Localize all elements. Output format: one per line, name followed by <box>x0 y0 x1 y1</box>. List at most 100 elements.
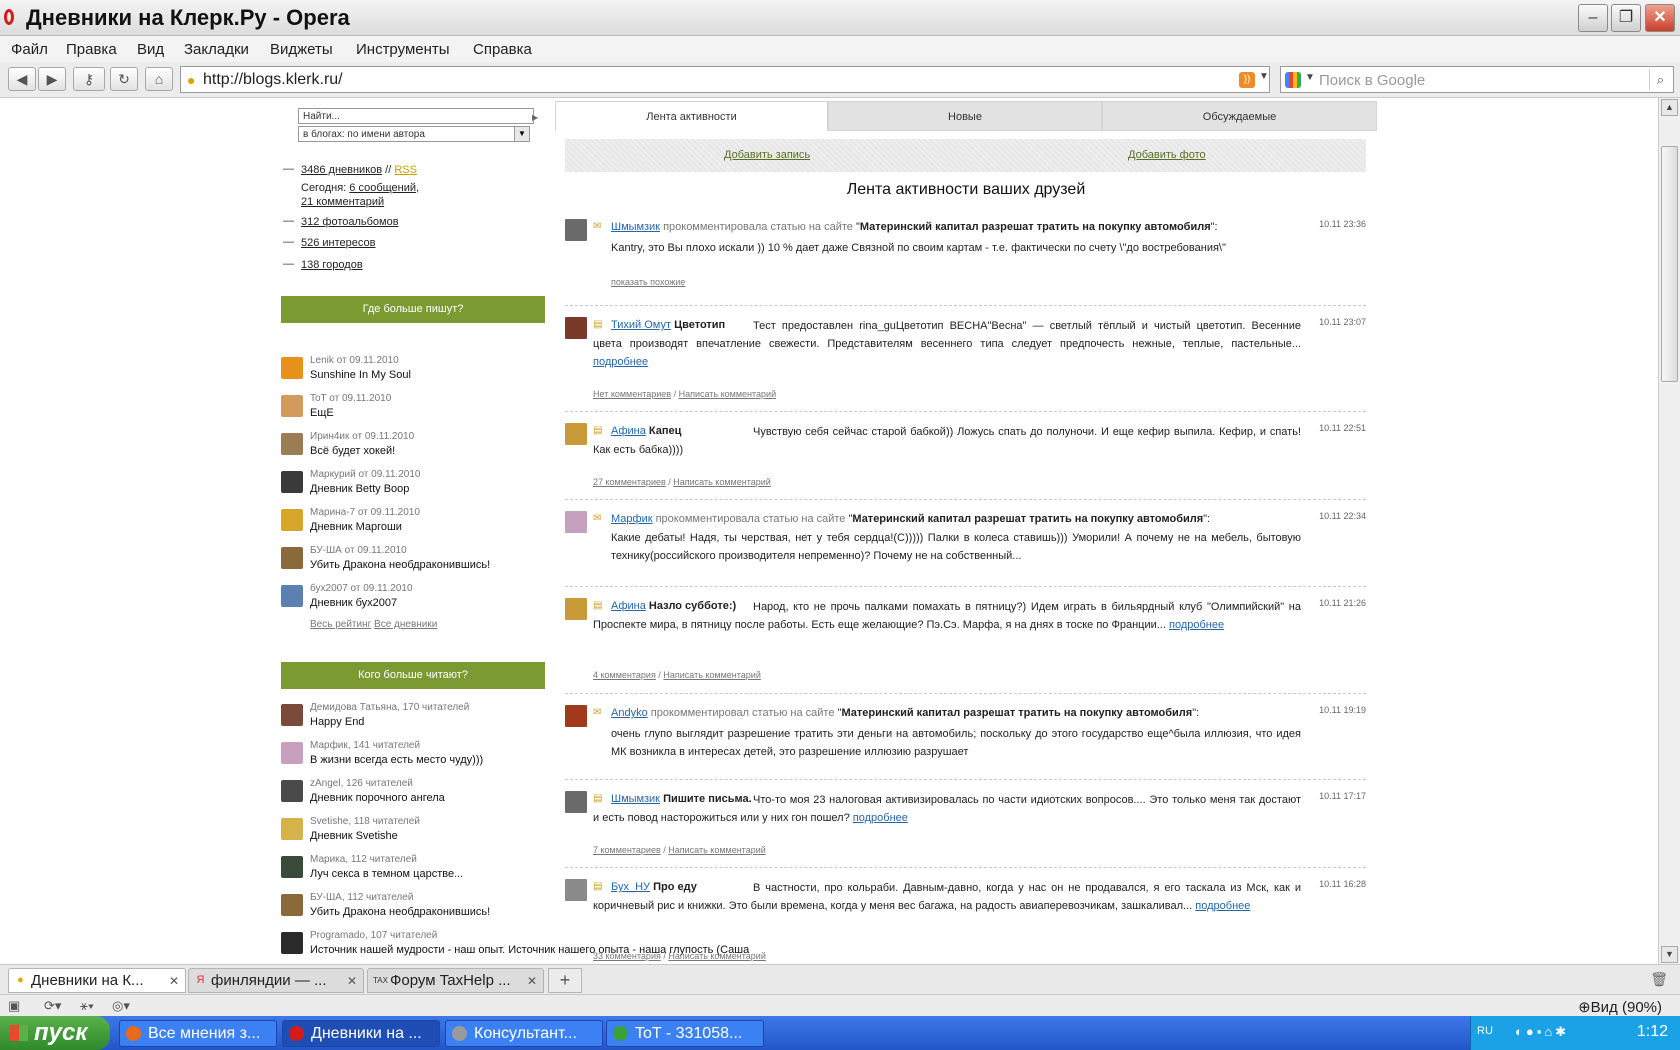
avatar[interactable] <box>281 509 303 531</box>
read-more-link[interactable]: подробнее <box>1195 900 1250 912</box>
comments-count-link[interactable]: 27 комментариев <box>593 477 666 487</box>
taskbar-task[interactable]: Дневники на ... <box>282 1020 440 1047</box>
taskbar-task[interactable]: Консультант... <box>445 1020 603 1047</box>
write-comment-link[interactable]: Написать комментарий <box>668 845 766 855</box>
avatar[interactable] <box>281 894 303 916</box>
read-more-link[interactable]: подробнее <box>593 356 648 368</box>
read-list-item[interactable]: Марика, 112 читателей Луч секса в темном … <box>281 853 545 887</box>
read-list-item[interactable]: Svetishe, 118 читателей Дневник Svetishe <box>281 815 545 849</box>
comments-count-link[interactable]: 7 комментариев <box>593 845 661 855</box>
address-field[interactable]: ● http://blogs.klerk.ru/ )) ▼ <box>180 66 1270 93</box>
language-indicator[interactable]: RU <box>1477 1025 1493 1037</box>
writing-list-item[interactable]: Маркурий от 09.11.2010 Дневник Betty Boop <box>281 468 545 502</box>
menu-bookmarks[interactable]: Закладки <box>184 41 249 58</box>
avatar[interactable] <box>281 856 303 878</box>
item-title[interactable]: Дневник Svetishe <box>310 830 398 842</box>
close-tab-icon[interactable]: ✕ <box>347 969 357 992</box>
read-list-item[interactable]: БУ-ША, 112 читателей Убить Дракона необдр… <box>281 891 545 925</box>
rss-link[interactable]: RSS <box>394 164 417 176</box>
panel-toggle-icon[interactable]: ▣ <box>8 998 20 1014</box>
item-title[interactable]: В жизни всегда есть место чуду))) <box>310 754 483 766</box>
avatar[interactable] <box>281 471 303 493</box>
read-list-item[interactable]: Programado, 107 читателей Источник нашей … <box>281 929 749 963</box>
avatar[interactable] <box>281 433 303 455</box>
zoom-level[interactable]: ⊕Вид (90%) <box>1578 998 1662 1016</box>
today-messages-link[interactable]: 6 сообщений <box>349 182 416 194</box>
article-link[interactable]: Материнский капитал разрешат тратить на … <box>841 707 1192 719</box>
menu-tools[interactable]: Инструменты <box>356 41 450 58</box>
interests-link[interactable]: 526 интересов <box>301 237 375 249</box>
item-title[interactable]: Happy End <box>310 716 364 728</box>
avatar[interactable] <box>565 219 587 241</box>
avatar[interactable] <box>565 705 587 727</box>
taskbar-task[interactable]: ToT - 331058... <box>606 1020 764 1047</box>
close-tab-icon[interactable]: ✕ <box>527 969 537 992</box>
all-diaries-link[interactable]: Все дневники <box>374 619 437 630</box>
write-comment-link[interactable]: Написать комментарий <box>673 477 771 487</box>
article-link[interactable]: Материнский капитал разрешат тратить на … <box>860 221 1211 233</box>
article-link[interactable]: Материнский капитал разрешат тратить на … <box>852 513 1203 525</box>
scroll-thumb[interactable] <box>1661 146 1678 382</box>
page-scrollbar[interactable]: ▲ ▼ <box>1658 98 1680 964</box>
new-tab-button[interactable]: + <box>548 968 582 993</box>
turbo-icon[interactable]: ◎▾ <box>112 998 130 1014</box>
menu-edit[interactable]: Правка <box>66 41 117 58</box>
back-button[interactable]: ◀ <box>8 67 36 91</box>
avatar[interactable] <box>565 598 587 620</box>
item-title[interactable]: ЕщЕ <box>310 407 334 419</box>
avatar[interactable] <box>281 585 303 607</box>
trash-icon[interactable]: 🗑 <box>1650 971 1668 988</box>
item-title[interactable]: Убить Дракона необдраконившись! <box>310 906 490 918</box>
search-mode-select[interactable]: в блогах: по имени автора <box>298 126 530 142</box>
cities-link[interactable]: 138 городов <box>301 259 363 271</box>
search-go-icon[interactable]: ▶ <box>532 113 538 122</box>
avatar[interactable] <box>281 357 303 379</box>
author-link[interactable]: Марфик <box>611 513 653 525</box>
diaries-link[interactable]: 3486 дневников <box>301 164 382 176</box>
browser-tab-taxhelp[interactable]: TAX Форум TaxHelp ... ✕ <box>367 968 544 993</box>
item-title[interactable]: Дневник Betty Boop <box>310 483 409 495</box>
avatar[interactable] <box>281 704 303 726</box>
item-title[interactable]: Всё будет хокей! <box>310 445 395 457</box>
writing-list-item[interactable]: Ирин4ик от 09.11.2010 Всё будет хокей! <box>281 430 545 464</box>
writing-list-item[interactable]: Марина-7 от 09.11.2010 Дневник Маргоши <box>281 506 545 540</box>
wand-button[interactable]: ⚷ <box>73 67 105 91</box>
tab-activity[interactable]: Лента активности <box>555 101 828 131</box>
reload-button[interactable]: ↻ <box>110 67 138 91</box>
home-button[interactable]: ⌂ <box>145 67 173 91</box>
chevron-down-icon[interactable]: ▼ <box>1259 71 1269 82</box>
minimize-button[interactable]: – <box>1578 4 1608 32</box>
writing-list-item[interactable]: Lenik от 09.11.2010 Sunshine In My Soul <box>281 354 545 388</box>
item-title[interactable]: Дневник бух2007 <box>310 597 397 609</box>
chevron-down-icon[interactable]: ▼ <box>514 126 530 142</box>
avatar[interactable] <box>281 742 303 764</box>
item-title[interactable]: Убить Дракона необдраконившись! <box>310 559 490 571</box>
avatar[interactable] <box>281 547 303 569</box>
tab-discussed[interactable]: Обсуждаемые <box>1102 101 1377 131</box>
comments-count-link[interactable]: 33 комментария <box>593 951 661 961</box>
google-icon[interactable] <box>1285 72 1301 88</box>
search-icon[interactable]: ⌕ <box>1649 69 1671 90</box>
avatar[interactable] <box>565 511 587 533</box>
show-similar-link[interactable]: показать похожие <box>611 277 685 287</box>
read-list-item[interactable]: Демидова Татьяна, 170 читателей Happy End <box>281 701 545 735</box>
avatar[interactable] <box>565 423 587 445</box>
today-comments-link[interactable]: 21 комментарий <box>301 196 384 208</box>
full-rating-link[interactable]: Весь рейтинг <box>310 619 371 630</box>
item-title[interactable]: Дневник Маргоши <box>310 521 402 533</box>
avatar[interactable] <box>281 395 303 417</box>
albums-link[interactable]: 312 фотоальбомов <box>301 216 399 228</box>
read-list-item[interactable]: zAngel, 126 читателей Дневник порочного а… <box>281 777 545 811</box>
write-comment-link[interactable]: Написать комментарий <box>679 389 777 399</box>
comments-count-link[interactable]: 4 комментария <box>593 670 656 680</box>
start-button[interactable]: пуск <box>0 1016 110 1050</box>
rss-icon[interactable]: )) <box>1239 72 1255 88</box>
write-comment-link[interactable]: Написать комментарий <box>668 951 766 961</box>
avatar[interactable] <box>281 932 303 954</box>
writing-list-item[interactable]: бух2007 от 09.11.2010 Дневник бух2007 <box>281 582 545 616</box>
close-button[interactable]: ✕ <box>1645 4 1675 32</box>
close-tab-icon[interactable]: ✕ <box>169 969 179 992</box>
blog-search-input[interactable]: Найти... <box>298 108 534 124</box>
chevron-down-icon[interactable]: ▼ <box>1305 72 1315 83</box>
author-link[interactable]: Andyko <box>611 707 648 719</box>
